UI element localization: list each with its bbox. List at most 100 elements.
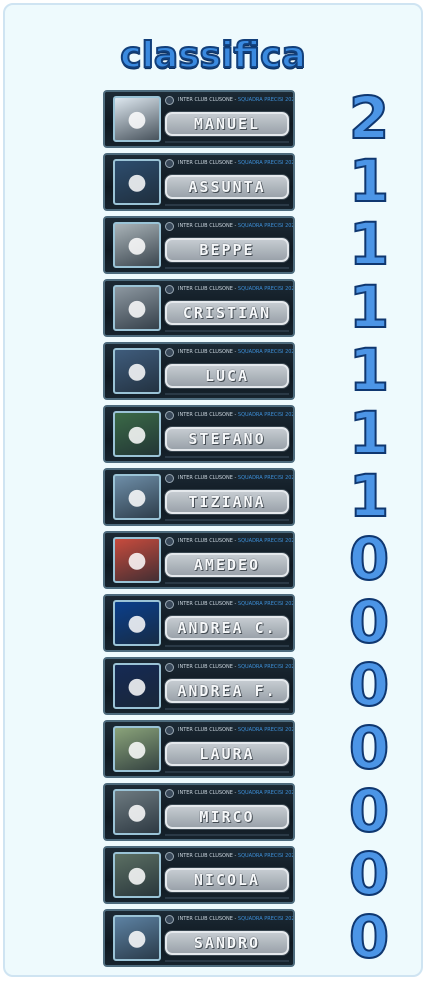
name-plate: TIZIANA — [165, 490, 289, 514]
player-score: 0 — [348, 902, 390, 972]
player-name: ANDREA C. — [177, 619, 277, 637]
name-plate: CRISTIAN — [165, 301, 289, 325]
club-badge-icon — [165, 663, 174, 672]
player-card[interactable]: ● INTER CLUB CLUSONE - SQUADRA PRECISI 20… — [103, 342, 295, 400]
name-plate: STEFANO — [165, 427, 289, 451]
name-plate: LUCA — [165, 364, 289, 388]
person-photo-icon: ● — [113, 474, 161, 520]
under17-logo-icon: ● — [113, 663, 161, 709]
leaderboard-row[interactable]: ● INTER CLUB CLUSONE - SQUADRA PRECISI 20… — [5, 83, 425, 153]
leaderboard-row[interactable]: ● INTER CLUB CLUSONE - SQUADRA PRECISI 20… — [5, 587, 425, 657]
player-card[interactable]: ● INTER CLUB CLUSONE - SQUADRA PRECISI 20… — [103, 783, 295, 841]
club-name: INTER CLUB CLUSONE — [178, 790, 233, 796]
club-badge-icon — [165, 348, 174, 357]
avatar: ● — [127, 736, 147, 762]
avatar: ● — [127, 610, 147, 636]
player-card[interactable]: ● INTER CLUB CLUSONE - SQUADRA PRECISI 20… — [103, 531, 295, 589]
team-season: SQUADRA PRECISI 2025/26 — [237, 538, 295, 544]
name-plate: BEPPE — [165, 238, 289, 262]
leaderboard-row[interactable]: ● INTER CLUB CLUSONE - SQUADRA PRECISI 20… — [5, 272, 425, 342]
club-header-text: INTER CLUB CLUSONE - SQUADRA PRECISI 202… — [178, 726, 293, 734]
player-card[interactable]: ● INTER CLUB CLUSONE - SQUADRA PRECISI 20… — [103, 468, 295, 526]
player-score: 0 — [348, 713, 390, 783]
leaderboard-row[interactable]: ● INTER CLUB CLUSONE - SQUADRA PRECISI 20… — [5, 209, 425, 279]
club-name: INTER CLUB CLUSONE — [178, 601, 233, 607]
player-card[interactable]: ● INTER CLUB CLUSONE - SQUADRA PRECISI 20… — [103, 279, 295, 337]
player-card[interactable]: ● INTER CLUB CLUSONE - SQUADRA PRECISI 20… — [103, 594, 295, 652]
player-score: 1 — [348, 461, 390, 531]
name-plate: SANDRO — [165, 931, 289, 955]
player-card[interactable]: ● INTER CLUB CLUSONE - SQUADRA PRECISI 20… — [103, 90, 295, 148]
leaderboard-row[interactable]: ● INTER CLUB CLUSONE - SQUADRA PRECISI 20… — [5, 461, 425, 531]
card-footer-line — [165, 708, 289, 710]
club-badge-icon — [165, 474, 174, 483]
club-name: INTER CLUB CLUSONE — [178, 286, 233, 292]
person-photo-icon: ● — [113, 789, 161, 835]
card-footer-line — [165, 204, 289, 206]
name-plate: LAURA — [165, 742, 289, 766]
leaderboard-row[interactable]: ● INTER CLUB CLUSONE - SQUADRA PRECISI 20… — [5, 902, 425, 972]
leaderboard-row[interactable]: ● INTER CLUB CLUSONE - SQUADRA PRECISI 20… — [5, 713, 425, 783]
player-name: MIRCO — [199, 808, 255, 826]
club-header-text: INTER CLUB CLUSONE - SQUADRA PRECISI 202… — [178, 348, 293, 356]
name-plate: NICOLA — [165, 868, 289, 892]
card-footer-line — [165, 267, 289, 269]
card-footer-line — [165, 582, 289, 584]
player-card[interactable]: ● INTER CLUB CLUSONE - SQUADRA PRECISI 20… — [103, 720, 295, 778]
player-name: STEFANO — [188, 430, 266, 448]
team-season: SQUADRA PRECISI 2025/26 — [237, 853, 295, 859]
snoopy-icon: ● — [113, 537, 161, 583]
leaderboard-row[interactable]: ● INTER CLUB CLUSONE - SQUADRA PRECISI 20… — [5, 146, 425, 216]
leaderboard-row[interactable]: ● INTER CLUB CLUSONE - SQUADRA PRECISI 20… — [5, 776, 425, 846]
card-footer-line — [165, 960, 289, 962]
leaderboard-row[interactable]: ● INTER CLUB CLUSONE - SQUADRA PRECISI 20… — [5, 650, 425, 720]
player-name: SANDRO — [193, 934, 261, 952]
player-score: 1 — [348, 209, 390, 279]
person-photo-icon: ● — [113, 726, 161, 772]
club-header-text: INTER CLUB CLUSONE - SQUADRA PRECISI 202… — [178, 474, 293, 482]
name-plate: MANUEL — [165, 112, 289, 136]
club-header-text: INTER CLUB CLUSONE - SQUADRA PRECISI 202… — [178, 159, 295, 167]
name-plate: ASSUNTA — [165, 175, 289, 199]
player-card[interactable]: ● INTER CLUB CLUSONE - SQUADRA PRECISI 20… — [103, 909, 295, 967]
team-season: SQUADRA PRECISI 2025/26 — [237, 223, 295, 229]
team-season: SQUADRA PRECISI 2025/26 — [237, 286, 295, 292]
leaderboard-row[interactable]: ● INTER CLUB CLUSONE - SQUADRA PRECISI 20… — [5, 524, 425, 594]
team-season: SQUADRA PRECISI 2025/26 — [237, 790, 295, 796]
leaderboard-row[interactable]: ● INTER CLUB CLUSONE - SQUADRA PRECISI 20… — [5, 398, 425, 468]
team-season: SQUADRA PRECISI 2025/26 — [237, 916, 295, 922]
club-header-text: INTER CLUB CLUSONE - SQUADRA PRECISI 202… — [178, 663, 293, 671]
player-score: 0 — [348, 839, 390, 909]
club-header-text: INTER CLUB CLUSONE - SQUADRA PRECISI 202… — [178, 915, 295, 923]
card-footer-line — [165, 393, 289, 395]
person-photo-icon: ● — [113, 222, 161, 268]
club-name: INTER CLUB CLUSONE — [178, 160, 233, 166]
leaderboard-row[interactable]: ● INTER CLUB CLUSONE - SQUADRA PRECISI 20… — [5, 839, 425, 909]
stadium-photo-icon: ● — [113, 411, 161, 457]
person-photo-icon: ● — [113, 852, 161, 898]
club-name: INTER CLUB CLUSONE — [178, 538, 233, 544]
player-card[interactable]: ● INTER CLUB CLUSONE - SQUADRA PRECISI 20… — [103, 657, 295, 715]
leaderboard-panel: classifica ● INTER CLUB CLUSONE - SQUADRA… — [3, 3, 423, 977]
club-name: INTER CLUB CLUSONE — [178, 97, 233, 103]
club-name: INTER CLUB CLUSONE — [178, 223, 233, 229]
player-card[interactable]: ● INTER CLUB CLUSONE - SQUADRA PRECISI 20… — [103, 153, 295, 211]
player-card[interactable]: ● INTER CLUB CLUSONE - SQUADRA PRECISI 20… — [103, 405, 295, 463]
player-card[interactable]: ● INTER CLUB CLUSONE - SQUADRA PRECISI 20… — [103, 216, 295, 274]
player-score: 1 — [348, 146, 390, 216]
player-name: LUCA — [204, 367, 250, 385]
player-card[interactable]: ● INTER CLUB CLUSONE - SQUADRA PRECISI 20… — [103, 846, 295, 904]
team-season: SQUADRA PRECISI 2025/26 — [237, 160, 295, 166]
leaderboard-row[interactable]: ● INTER CLUB CLUSONE - SQUADRA PRECISI 20… — [5, 335, 425, 405]
club-badge-icon — [165, 537, 174, 546]
player-score: 0 — [348, 524, 390, 594]
avatar: ● — [127, 673, 147, 699]
person-photo-icon: ● — [113, 159, 161, 205]
club-badge-icon — [165, 915, 174, 924]
club-header-text: INTER CLUB CLUSONE - SQUADRA PRECISI 202… — [178, 96, 293, 104]
club-badge-icon — [165, 600, 174, 609]
club-header-text: INTER CLUB CLUSONE - SQUADRA PRECISI 202… — [178, 852, 295, 860]
card-footer-line — [165, 771, 289, 773]
avatar: ● — [127, 295, 147, 321]
player-name: BEPPE — [199, 241, 255, 259]
